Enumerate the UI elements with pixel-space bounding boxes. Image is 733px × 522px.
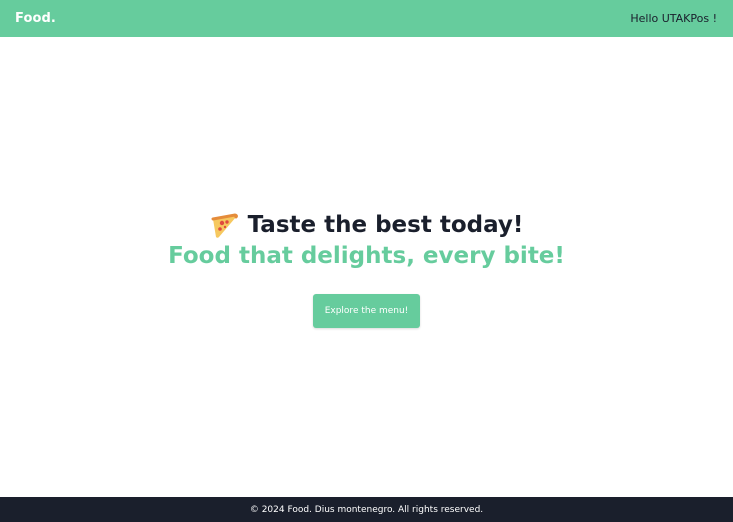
footer: © 2024 Food. Dius montenegro. All rights… xyxy=(0,497,733,522)
hero-headline-row: Taste the best today! xyxy=(210,211,524,239)
explore-menu-button[interactable]: Explore the menu! xyxy=(312,294,421,328)
hero-section: Taste the best today! Food that delights… xyxy=(0,37,733,497)
hero-headline: Taste the best today! xyxy=(247,212,524,238)
pizza-icon xyxy=(210,211,240,239)
footer-copyright: © 2024 Food. Dius montenegro. All rights… xyxy=(249,504,484,515)
user-greeting: Hello UTAKPos ! xyxy=(630,12,717,25)
page: Food. Hello UTAKPos ! Taste the best tod… xyxy=(0,0,733,522)
brand-logo[interactable]: Food. xyxy=(15,11,56,26)
navbar: Food. Hello UTAKPos ! xyxy=(0,0,733,37)
hero-subtitle: Food that delights, every bite! xyxy=(168,243,565,269)
